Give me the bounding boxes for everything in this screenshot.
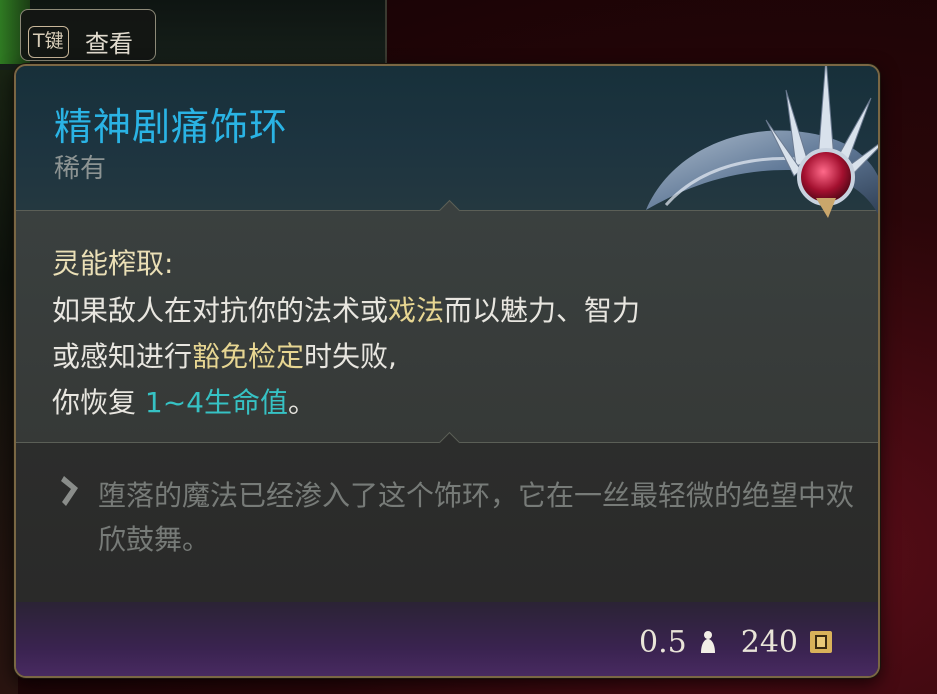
item-tooltip: 精神剧痛饰环 稀有 灵能榨取: 如果敌人在对抗你的法术或戏法而以魅力、智力或感知…	[14, 64, 880, 678]
keyword-cantrip[interactable]: 戏法	[388, 294, 444, 327]
item-rarity: 稀有	[54, 154, 107, 184]
examine-label: 查看	[85, 30, 133, 58]
desc-text: 你恢复	[52, 386, 145, 419]
item-stats: 0.5 240	[639, 622, 834, 662]
ability-description: 如果敌人在对抗你的法术或戏法而以魅力、智力或感知进行豁免检定时失败, 你恢复 1~…	[52, 288, 652, 426]
desc-text: 。	[288, 386, 317, 419]
heal-amount: 1~4生命值	[144, 386, 288, 419]
desc-text: 如果敌人在对抗你的法术或	[52, 294, 389, 327]
hotkey-badge: T键	[28, 26, 69, 58]
desc-text: 时失败,	[304, 340, 397, 373]
keyword-saving-throw[interactable]: 豁免检定	[192, 340, 304, 373]
quill-icon	[61, 476, 78, 506]
weight-value: 0.5	[639, 624, 687, 660]
gold-value: 240	[740, 624, 798, 660]
flavor-text: 堕落的魔法已经渗入了这个饰环，它在一丝最轻微的绝望中欢欣鼓舞。	[98, 479, 855, 556]
item-name: 精神剧痛饰环	[54, 105, 289, 149]
weight-icon	[700, 631, 715, 653]
circlet-icon	[646, 66, 878, 218]
gold-icon	[810, 631, 832, 653]
examine-hint[interactable]: T键 查看	[20, 9, 156, 61]
ability-name: 灵能榨取:	[52, 247, 174, 280]
